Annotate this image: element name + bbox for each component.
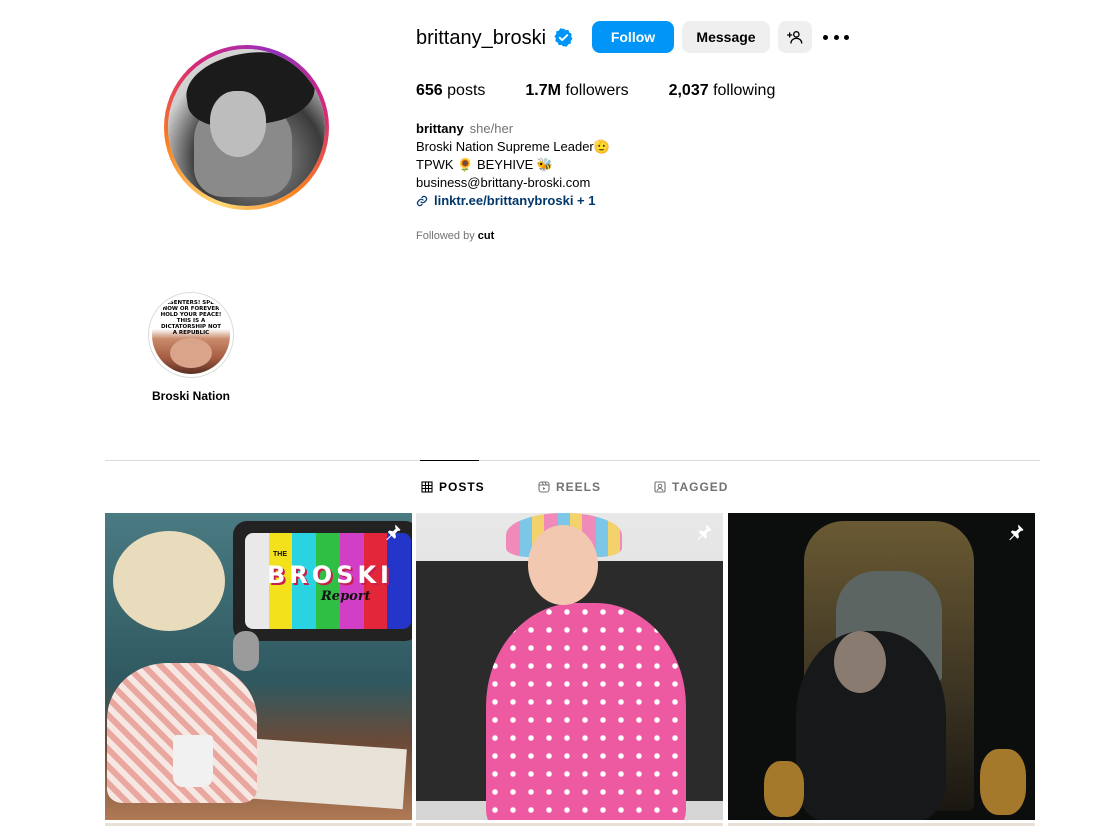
person-face bbox=[528, 525, 598, 605]
active-tab-indicator bbox=[420, 460, 479, 461]
tv-title: BROSKI bbox=[267, 561, 393, 589]
following-count[interactable]: 2,037 following bbox=[669, 82, 776, 100]
profile-bio: brittany she/her Broski Nation Supreme Le… bbox=[416, 120, 610, 210]
tab-posts[interactable]: POSTS bbox=[421, 480, 485, 494]
tagged-icon bbox=[654, 481, 666, 493]
story-highlight[interactable]: DISSENTERS! SPEAK NOW OR FOREVER HOLD YO… bbox=[148, 292, 234, 378]
message-button[interactable]: Message bbox=[682, 21, 770, 53]
post-thumbnail-2[interactable] bbox=[416, 513, 723, 820]
posts-count: 656 posts bbox=[416, 82, 486, 99]
highlight-label[interactable]: Broski Nation bbox=[140, 389, 242, 403]
profile-username: brittany_broski bbox=[416, 27, 547, 49]
highlight-cover-text: DISSENTERS! SPEAK NOW OR FOREVER HOLD YO… bbox=[159, 300, 223, 336]
avatar-face bbox=[210, 91, 266, 157]
display-name: brittany bbox=[416, 121, 464, 136]
tab-tagged[interactable]: TAGGED bbox=[654, 480, 728, 494]
suggested-accounts-button[interactable] bbox=[778, 21, 812, 53]
bio-link[interactable]: linktr.ee/brittanybroski + 1 bbox=[416, 192, 610, 210]
add-person-icon bbox=[787, 31, 803, 44]
person-hair bbox=[113, 531, 225, 631]
pronouns: she/her bbox=[469, 121, 514, 136]
person-pink-dress bbox=[486, 603, 686, 820]
gold-ornament-left bbox=[764, 761, 804, 817]
follow-button[interactable]: Follow bbox=[592, 21, 674, 53]
pin-icon bbox=[386, 524, 401, 541]
followed-by-user[interactable]: cut bbox=[478, 230, 495, 242]
tabs-divider bbox=[105, 460, 1040, 461]
highlight-cover: DISSENTERS! SPEAK NOW OR FOREVER HOLD YO… bbox=[152, 296, 230, 374]
bio-line-1: Broski Nation Supreme Leader🫡 bbox=[416, 139, 610, 154]
gold-ornament-right bbox=[980, 749, 1026, 815]
grid-icon bbox=[421, 481, 433, 493]
microphone bbox=[233, 631, 259, 671]
mug bbox=[173, 735, 213, 787]
pin-icon bbox=[697, 524, 712, 541]
pin-icon bbox=[1009, 524, 1024, 541]
tv-subtitle: Report bbox=[321, 589, 371, 604]
verified-badge-icon bbox=[554, 28, 573, 47]
tab-reels[interactable]: REELS bbox=[538, 480, 601, 494]
person-face bbox=[834, 631, 886, 693]
reels-icon bbox=[538, 481, 550, 493]
bio-link-text[interactable]: linktr.ee/brittanybroski + 1 bbox=[434, 192, 595, 210]
post-thumbnail-3[interactable] bbox=[728, 513, 1035, 820]
link-icon bbox=[416, 195, 428, 207]
avatar-photo bbox=[168, 49, 325, 206]
bio-line-2: TPWK 🌻 BEYHIVE 🐝 bbox=[416, 157, 554, 172]
highlight-face bbox=[170, 338, 212, 368]
followers-count[interactable]: 1.7M followers bbox=[525, 82, 628, 100]
profile-stats: 656 posts 1.7M followers 2,037 following bbox=[416, 82, 815, 100]
followed-by[interactable]: Followed by cut bbox=[416, 230, 494, 242]
post-thumbnail-1[interactable]: THE BROSKI Report bbox=[105, 513, 412, 820]
more-options-icon[interactable] bbox=[823, 28, 849, 46]
bio-email: business@brittany-broski.com bbox=[416, 175, 591, 190]
tv-title-prefix: THE bbox=[273, 551, 287, 558]
profile-avatar[interactable] bbox=[164, 45, 329, 210]
